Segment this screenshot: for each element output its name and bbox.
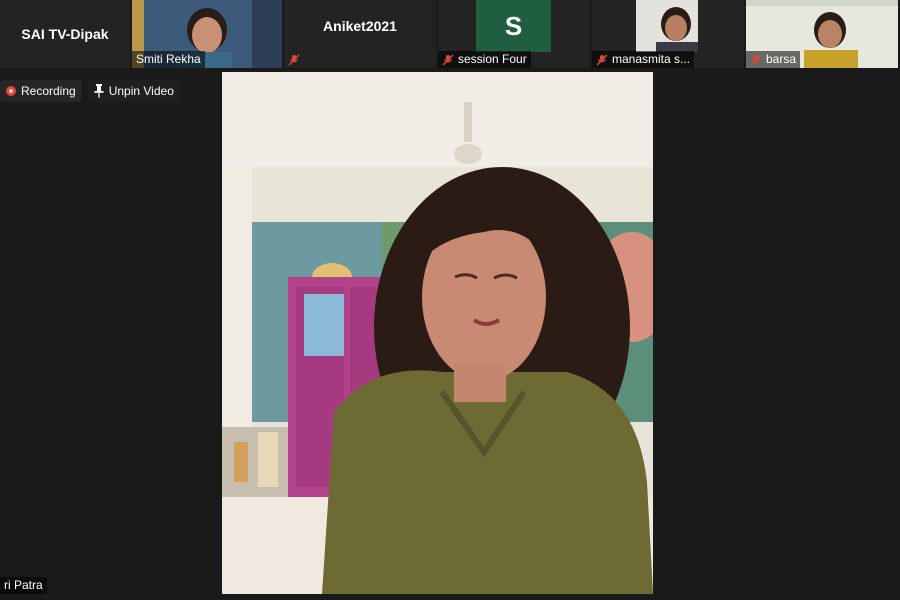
participant-strip: SAI TV-Dipak Smiti Rekha Aniket2021 S se… [0, 0, 900, 68]
participant-label [284, 51, 304, 68]
recording-indicator[interactable]: Recording [0, 80, 82, 102]
participant-label: Smiti Rekha [132, 51, 205, 68]
pin-icon [94, 84, 104, 98]
unpin-video-button[interactable]: Unpin Video [87, 80, 180, 102]
participant-name: manasmita s... [612, 52, 691, 66]
pinned-video[interactable] [222, 72, 653, 594]
participant-label: session Four [438, 51, 531, 68]
unpin-video-label: Unpin Video [108, 84, 174, 98]
microphone-muted-icon [750, 54, 762, 66]
participant-tile-aniket2021[interactable]: Aniket2021 [284, 0, 436, 68]
participant-name: Aniket2021 [323, 18, 397, 34]
participant-label: barsa [746, 51, 801, 68]
speaker-video [222, 72, 653, 594]
meeting-controls: Recording Unpin Video [0, 80, 180, 102]
participant-name: Smiti Rekha [136, 52, 201, 66]
participant-name: SAI TV-Dipak [21, 26, 109, 42]
avatar: S [476, 0, 551, 52]
participant-name-wrap: Aniket2021 [284, 0, 436, 52]
participant-tile-smiti-rekha[interactable]: Smiti Rekha [132, 0, 282, 68]
microphone-muted-icon [596, 54, 608, 66]
recording-label: Recording [21, 84, 76, 98]
participant-name: session Four [458, 52, 527, 66]
participant-tile-sai-tv-dipak[interactable]: SAI TV-Dipak [0, 0, 130, 68]
participant-tile-session-four[interactable]: S session Four [438, 0, 590, 68]
participant-tile-barsa[interactable]: barsa [746, 0, 898, 68]
microphone-muted-icon [288, 54, 300, 66]
microphone-muted-icon [442, 54, 454, 66]
participant-label: manasmita s... [592, 51, 695, 68]
recording-icon [6, 86, 16, 96]
participant-name: barsa [766, 52, 797, 66]
pinned-speaker-label: ri Patra [0, 577, 47, 594]
participant-tile-manasmita[interactable]: manasmita s... [592, 0, 744, 68]
